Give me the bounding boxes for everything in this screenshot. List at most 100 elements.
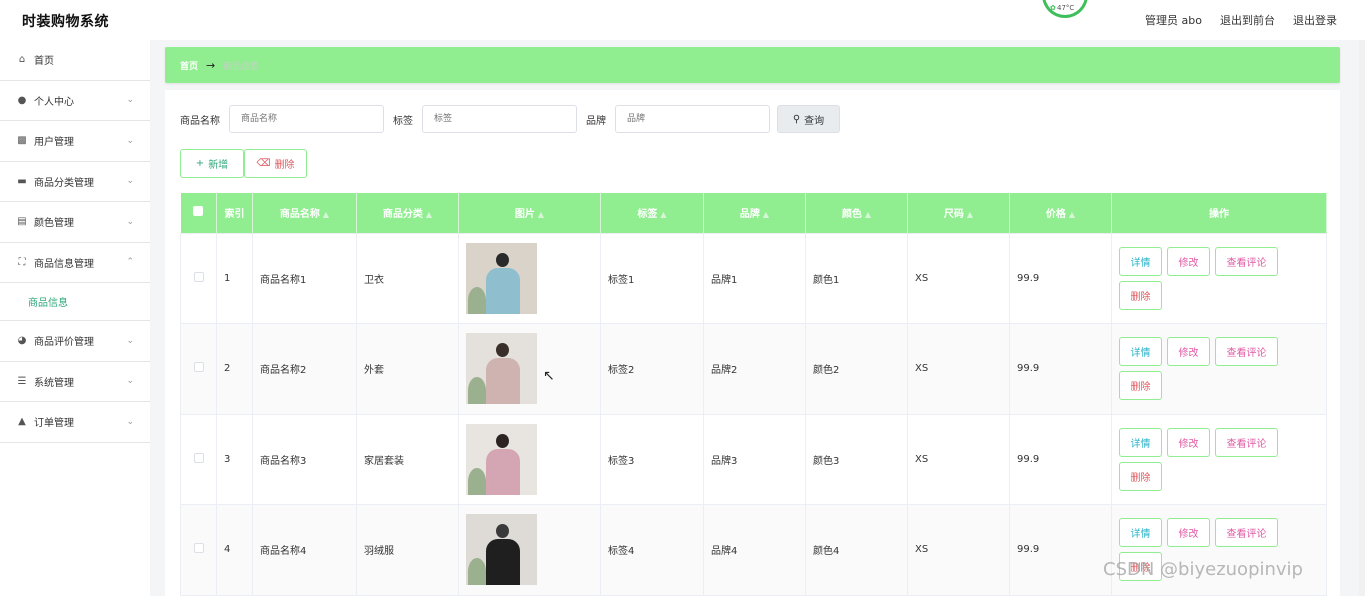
product-image[interactable] xyxy=(466,423,537,495)
row-color: 颜色2 xyxy=(805,323,908,415)
logout-link[interactable]: 退出登录 xyxy=(1293,12,1337,28)
column-header-category[interactable]: 商品分类 ▲ xyxy=(356,193,459,233)
sidebar-item-label: 订单管理 xyxy=(34,418,74,430)
detail-button[interactable]: 详情 xyxy=(1119,246,1162,276)
row-product-name: 商品名称3 xyxy=(252,413,357,505)
name-search-input[interactable] xyxy=(229,105,384,133)
batch-delete-button[interactable]: ⌫ 删除 xyxy=(244,149,307,178)
page-scrollbar-track[interactable] xyxy=(1359,40,1365,596)
watermark: CSDN @biyezuopinvip xyxy=(1103,559,1303,580)
row-brand: 品牌4 xyxy=(703,504,806,596)
sort-icon[interactable]: ▲ xyxy=(426,210,432,219)
sort-icon[interactable]: ▲ xyxy=(763,210,769,219)
query-button[interactable]: ⚲ 查询 xyxy=(777,105,840,133)
sort-icon[interactable]: ▲ xyxy=(1069,210,1075,219)
tag-search-label: 标签 xyxy=(393,115,413,127)
sort-icon[interactable]: ▲ xyxy=(323,210,329,219)
sort-icon[interactable]: ▲ xyxy=(865,210,871,219)
row-size: XS xyxy=(907,413,1010,505)
edit-button[interactable]: 修改 xyxy=(1167,246,1210,276)
product-image[interactable] xyxy=(466,242,537,314)
column-header-price[interactable]: 价格 ▲ xyxy=(1009,193,1112,233)
tag-search-input[interactable] xyxy=(422,105,577,133)
add-button-label: 新增 xyxy=(208,160,229,171)
users-chart-icon: ▩ xyxy=(17,135,27,147)
row-checkbox[interactable] xyxy=(193,362,204,373)
view-reviews-button[interactable]: 查看评论 xyxy=(1215,246,1278,276)
sort-icon[interactable]: ▲ xyxy=(660,210,666,219)
column-header-color[interactable]: 颜色 ▲ xyxy=(805,193,908,233)
row-checkbox[interactable] xyxy=(193,271,204,282)
select-all-cell[interactable] xyxy=(180,193,217,233)
sidebar-item-home[interactable]: ⌂ 首页 xyxy=(0,40,150,81)
view-reviews-button[interactable]: 查看评论 xyxy=(1215,518,1278,548)
row-color: 颜色1 xyxy=(805,232,908,324)
arrow-right-icon: → xyxy=(206,58,216,72)
edit-button[interactable]: 修改 xyxy=(1167,337,1210,367)
clipboard-icon: ▤ xyxy=(17,216,27,228)
row-price: 99.9 xyxy=(1009,232,1112,324)
list-icon: ☰ xyxy=(17,375,27,387)
brand-search-input[interactable] xyxy=(615,105,770,133)
select-all-checkbox[interactable] xyxy=(193,206,204,217)
back-to-front-link[interactable]: 退出到前台 xyxy=(1220,12,1275,28)
row-index: 2 xyxy=(216,323,253,415)
sort-icon[interactable]: ▲ xyxy=(967,210,973,219)
leaf-icon: ✿ xyxy=(1050,4,1056,12)
chevron-down-icon: ⌄ xyxy=(126,416,134,427)
sidebar-item-category-management[interactable]: ▬ 商品分类管理 ⌄ xyxy=(0,162,150,202)
view-reviews-button[interactable]: 查看评论 xyxy=(1215,337,1278,367)
row-color: 颜色4 xyxy=(805,504,908,596)
sidebar-item-order-management[interactable]: ▲ 订单管理 ⌄ xyxy=(0,402,150,443)
column-header-name[interactable]: 商品名称 ▲ xyxy=(252,193,357,233)
delete-button[interactable]: 删除 xyxy=(1119,461,1162,491)
row-category: 卫衣 xyxy=(356,232,459,324)
sidebar-item-product-info-management[interactable]: ⛶ 商品信息管理 ⌃ xyxy=(0,243,150,283)
sidebar: ⌂ 首页 ● 个人中心 ⌄ ▩ 用户管理 ⌄ ▬ 商品分类管理 ⌄ ▤ 颜色管理… xyxy=(0,40,150,596)
row-category: 羽绒服 xyxy=(356,504,459,596)
column-header-brand[interactable]: 品牌 ▲ xyxy=(703,193,806,233)
row-tag: 标签3 xyxy=(600,413,704,505)
delete-button[interactable]: 删除 xyxy=(1119,280,1162,310)
detail-button[interactable]: 详情 xyxy=(1119,518,1162,548)
delete-button[interactable]: 删除 xyxy=(1119,371,1162,401)
row-product-name: 商品名称2 xyxy=(252,323,357,415)
view-reviews-button[interactable]: 查看评论 xyxy=(1215,427,1278,457)
edit-button[interactable]: 修改 xyxy=(1167,518,1210,548)
chevron-down-icon: ⌄ xyxy=(126,376,134,387)
row-actions: 详情 修改 查看评论 删除 xyxy=(1119,427,1289,491)
sidebar-item-label: 用户管理 xyxy=(34,137,74,149)
product-image[interactable] xyxy=(466,333,537,405)
plus-icon: + xyxy=(195,158,205,169)
sidebar-item-user-management[interactable]: ▩ 用户管理 ⌄ xyxy=(0,121,150,162)
row-checkbox[interactable] xyxy=(193,452,204,463)
breadcrumb: 首页 → 商品信息 xyxy=(165,47,1340,83)
action-buttons: + 新增 ⌫ 删除 xyxy=(180,149,307,178)
column-header-size[interactable]: 尺码 ▲ xyxy=(907,193,1010,233)
column-header-tag[interactable]: 标签 ▲ xyxy=(600,193,704,233)
row-brand: 品牌3 xyxy=(703,413,806,505)
add-button[interactable]: + 新增 xyxy=(180,149,244,178)
detail-button[interactable]: 详情 xyxy=(1119,337,1162,367)
edit-button[interactable]: 修改 xyxy=(1167,427,1210,457)
sidebar-item-label: 系统管理 xyxy=(34,377,74,389)
sort-icon[interactable]: ▲ xyxy=(538,210,544,219)
compass-icon: ◕ xyxy=(17,335,27,347)
sidebar-item-label: 商品评价管理 xyxy=(34,337,94,349)
row-price: 99.9 xyxy=(1009,504,1112,596)
product-image[interactable] xyxy=(466,514,537,586)
chevron-down-icon: ⌄ xyxy=(126,176,134,187)
column-header-image[interactable]: 图片 ▲ xyxy=(458,193,601,233)
sidebar-subitem-product-info[interactable]: 商品信息 xyxy=(0,283,150,321)
breadcrumb-home[interactable]: 首页 xyxy=(180,59,198,72)
detail-button[interactable]: 详情 xyxy=(1119,427,1162,457)
row-checkbox[interactable] xyxy=(193,543,204,554)
sidebar-item-review-management[interactable]: ◕ 商品评价管理 ⌄ xyxy=(0,321,150,362)
sidebar-item-label: 商品信息管理 xyxy=(34,258,94,270)
sidebar-item-personal-center[interactable]: ● 个人中心 ⌄ xyxy=(0,81,150,121)
breadcrumb-current: 商品信息 xyxy=(223,61,260,72)
sidebar-item-color-management[interactable]: ▤ 颜色管理 ⌄ xyxy=(0,202,150,243)
user-icon: ● xyxy=(17,94,27,106)
row-index: 4 xyxy=(216,504,253,596)
sidebar-item-system-management[interactable]: ☰ 系统管理 ⌄ xyxy=(0,362,150,402)
